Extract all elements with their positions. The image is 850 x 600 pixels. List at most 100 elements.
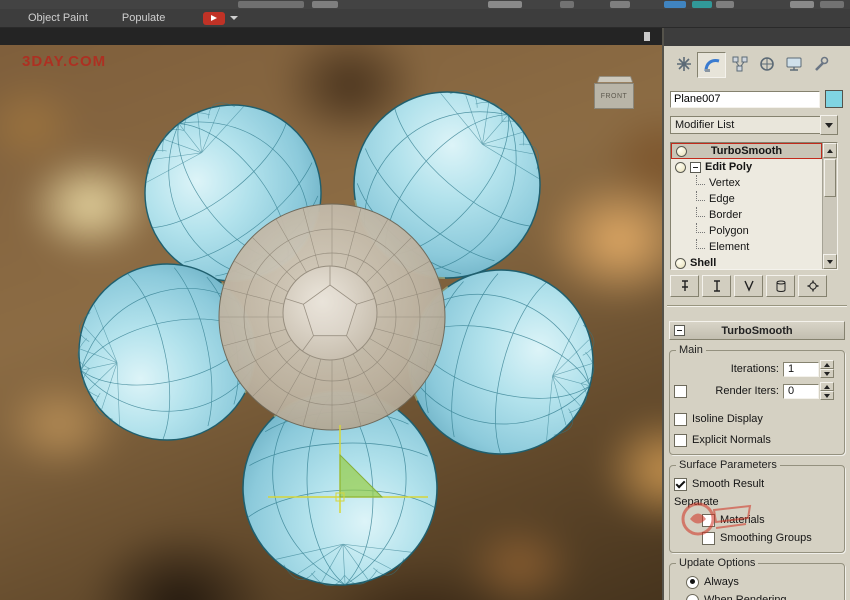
smoothing-groups-row: Smoothing Groups xyxy=(674,530,840,546)
scroll-up-button[interactable] xyxy=(823,143,837,158)
toolbar-button-fragment[interactable] xyxy=(664,1,686,8)
object-name-input[interactable] xyxy=(670,91,820,108)
isoline-display-checkbox[interactable] xyxy=(674,413,687,426)
render-iters-checkbox[interactable] xyxy=(674,385,687,398)
stack-item-label: Element xyxy=(709,241,749,253)
stack-subitem-vertex[interactable]: Vertex xyxy=(671,175,822,191)
toolbar-button-fragment[interactable] xyxy=(238,1,304,8)
media-play-icon[interactable] xyxy=(203,12,225,25)
iterations-row: Iterations: 1 xyxy=(674,361,840,377)
toolbar-button-fragment[interactable] xyxy=(610,1,630,8)
viewport-watermark: 3DAY.COM xyxy=(22,53,106,70)
tab-modify[interactable] xyxy=(697,52,726,78)
ribbon-expand-handle[interactable] xyxy=(644,32,650,41)
command-panel-tabs xyxy=(670,52,846,78)
show-end-result-icon xyxy=(709,279,725,293)
smoothing-groups-checkbox[interactable] xyxy=(702,532,715,545)
smooth-result-checkbox[interactable] xyxy=(674,478,687,491)
stack-item-label: Vertex xyxy=(709,177,740,189)
viewport-3d[interactable]: 3DAY.COM FRONT xyxy=(0,45,662,600)
configure-modifier-sets-button[interactable] xyxy=(798,275,827,297)
materials-checkbox[interactable] xyxy=(702,514,715,527)
tab-create[interactable] xyxy=(670,52,697,76)
iterations-field[interactable]: 1 xyxy=(783,362,819,377)
toolbar-button-fragment[interactable] xyxy=(692,1,712,8)
toolbar-button-fragment[interactable] xyxy=(790,1,814,8)
scroll-down-button[interactable] xyxy=(823,254,837,269)
motion-icon xyxy=(758,55,776,73)
stack-subitem-edge[interactable]: Edge xyxy=(671,191,822,207)
remove-modifier-button[interactable] xyxy=(766,275,795,297)
view-cube-front-face[interactable]: FRONT xyxy=(594,83,634,109)
chevron-down-icon[interactable] xyxy=(230,16,238,20)
spinner-down-button[interactable] xyxy=(820,391,834,400)
toolbar-button-fragment[interactable] xyxy=(820,1,844,8)
when-rendering-radio[interactable] xyxy=(686,594,699,600)
visibility-bulb-icon[interactable] xyxy=(675,258,686,269)
toolbar-icon-row xyxy=(0,0,850,9)
toolbar-button-fragment[interactable] xyxy=(488,1,522,8)
stack-item-shell[interactable]: Shell xyxy=(671,255,822,269)
stack-scrollbar[interactable] xyxy=(822,143,837,269)
smoothing-groups-label: Smoothing Groups xyxy=(720,532,812,544)
iterations-spinner[interactable] xyxy=(820,360,834,378)
make-unique-button[interactable] xyxy=(734,275,763,297)
render-iters-row: Render Iters: 0 xyxy=(674,383,840,399)
tree-connector xyxy=(696,223,705,233)
ribbon-tab-object-paint[interactable]: Object Paint xyxy=(28,12,88,24)
pin-stack-button[interactable] xyxy=(670,275,699,297)
scroll-thumb[interactable] xyxy=(824,159,836,197)
stack-subitem-border[interactable]: Border xyxy=(671,207,822,223)
show-end-result-button[interactable] xyxy=(702,275,731,297)
explicit-normals-checkbox[interactable] xyxy=(674,434,687,447)
visibility-bulb-icon[interactable] xyxy=(675,162,686,173)
chevron-down-icon xyxy=(825,123,833,128)
stack-toolbar xyxy=(670,275,844,297)
isoline-display-label: Isoline Display xyxy=(692,413,763,425)
command-panel: Modifier List TurboSmooth Edit Poly Vert… xyxy=(662,28,850,600)
stack-subitem-polygon[interactable]: Polygon xyxy=(671,223,822,239)
toolbar-button-fragment[interactable] xyxy=(560,1,574,8)
collapse-minus-icon[interactable] xyxy=(690,162,701,173)
toolbar-button-fragment[interactable] xyxy=(312,1,338,8)
main-group: Main Iterations: 1 Render Iters: 0 xyxy=(669,350,845,455)
tab-display[interactable] xyxy=(780,52,807,76)
collapsed-ribbon-strip[interactable] xyxy=(0,28,662,45)
toolbar-button-fragment[interactable] xyxy=(716,1,734,8)
render-iters-field[interactable]: 0 xyxy=(783,384,819,399)
collapse-minus-icon[interactable] xyxy=(674,325,685,336)
dropdown-arrow-button[interactable] xyxy=(820,115,838,135)
ribbon-tab-populate[interactable]: Populate xyxy=(122,12,165,24)
view-cube[interactable]: FRONT xyxy=(594,75,634,111)
flower-model[interactable] xyxy=(0,45,662,600)
spinner-down-button[interactable] xyxy=(820,369,834,378)
arrow-down-icon xyxy=(824,372,830,376)
update-options-group: Update Options Always When Rendering Man… xyxy=(669,563,845,600)
arrow-down-icon xyxy=(827,260,833,264)
modifier-list-dropdown[interactable]: Modifier List xyxy=(670,116,838,134)
scroll-track[interactable] xyxy=(823,198,837,254)
hierarchy-icon xyxy=(731,55,749,73)
spinner-up-button[interactable] xyxy=(820,360,834,369)
turbosmooth-rollout-header[interactable]: TurboSmooth xyxy=(669,321,845,340)
render-iters-spinner[interactable] xyxy=(820,382,834,400)
tab-motion[interactable] xyxy=(753,52,780,76)
tree-connector xyxy=(696,207,705,217)
object-color-swatch[interactable] xyxy=(825,90,843,108)
stack-subitem-element[interactable]: Element xyxy=(671,239,822,255)
always-radio[interactable] xyxy=(686,576,699,589)
tree-connector xyxy=(696,191,705,201)
top-toolbar: Object Paint Populate xyxy=(0,0,850,28)
explicit-normals-row: Explicit Normals xyxy=(674,432,840,448)
modify-icon xyxy=(703,56,721,74)
view-cube-top-face[interactable] xyxy=(597,76,633,82)
modifier-stack: TurboSmooth Edit Poly Vertex Edge xyxy=(670,142,838,270)
spinner-up-button[interactable] xyxy=(820,382,834,391)
visibility-bulb-icon[interactable] xyxy=(676,146,687,157)
ribbon-tab-bar: Object Paint Populate xyxy=(0,9,850,28)
tab-hierarchy[interactable] xyxy=(726,52,753,76)
stack-item-turbosmooth[interactable]: TurboSmooth xyxy=(671,143,822,159)
tab-utilities[interactable] xyxy=(807,52,834,76)
arrow-up-icon xyxy=(824,385,830,389)
stack-item-edit-poly[interactable]: Edit Poly xyxy=(671,159,822,175)
